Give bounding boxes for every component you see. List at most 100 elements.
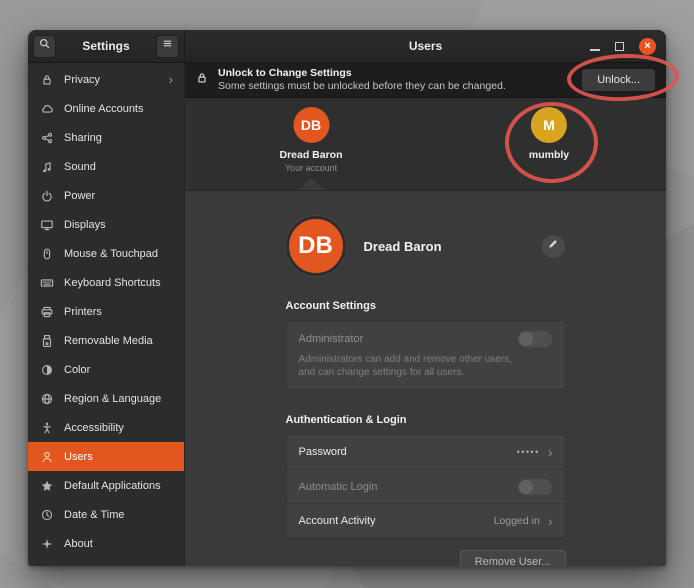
sidebar-item-label: Accessibility (64, 422, 124, 434)
administrator-description: Administrators can add and remove other … (299, 353, 514, 379)
chevron-right-icon: › (548, 514, 553, 528)
minimize-button[interactable] (590, 49, 600, 51)
sidebar-item-date-time[interactable]: Date & Time (28, 500, 184, 529)
sidebar-headerbar: Settings (28, 30, 185, 62)
sidebar-item-about[interactable]: About (28, 529, 184, 558)
automatic-login-toggle[interactable] (517, 478, 553, 496)
user-avatar[interactable]: M (531, 107, 567, 143)
removable-media-icon (39, 333, 54, 348)
pencil-icon (547, 237, 559, 255)
password-dots: ••••• (517, 447, 540, 457)
unlock-subtitle: Some settings must be unlocked before th… (218, 80, 506, 93)
chevron-right-icon: › (548, 445, 553, 459)
sidebar-item-keyboard-shortcuts[interactable]: Keyboard Shortcuts (28, 268, 184, 297)
row-value: Logged in (494, 515, 540, 527)
profile-avatar[interactable]: DB (286, 216, 346, 276)
sidebar-item-label: Printers (64, 306, 102, 318)
row-label: Account Activity (299, 515, 376, 527)
sidebar-item-accessibility[interactable]: Accessibility (28, 413, 184, 442)
menu-button[interactable] (156, 35, 179, 58)
user-carousel: DB Dread Baron Your account Mmumbly (185, 98, 666, 191)
settings-window: Settings Users × (28, 30, 666, 566)
profile-row: DB Dread Baron (286, 216, 566, 276)
user-name: mumbly (529, 149, 569, 161)
sidebar-item-label: Sound (64, 161, 96, 173)
sidebar-item-online-accounts[interactable]: Online Accounts (28, 94, 184, 123)
edit-name-button[interactable] (541, 234, 566, 259)
search-button[interactable] (33, 35, 56, 58)
sidebar-item-label: Date & Time (64, 509, 125, 521)
power-icon (39, 188, 54, 203)
globe-icon (39, 391, 54, 406)
row-value-group: Logged in › (494, 514, 553, 528)
user-name: Dread Baron (279, 149, 342, 161)
close-button[interactable]: × (639, 38, 656, 55)
clock-icon (39, 507, 54, 522)
sidebar-item-label: Mouse & Touchpad (64, 248, 158, 260)
profile-name: Dread Baron (364, 239, 442, 254)
carousel-user-mumbly[interactable]: Mmumbly (529, 107, 569, 161)
unlock-text: Unlock to Change Settings Some settings … (218, 67, 506, 93)
sidebar-item-label: Color (64, 364, 90, 376)
row-value-group: ••••• › (517, 445, 553, 459)
window-controls: × (590, 30, 656, 62)
share-icon (39, 130, 54, 145)
color-icon (39, 362, 54, 377)
row-automatic-login: Automatic Login (287, 469, 565, 503)
sidebar-item-power[interactable]: Power (28, 181, 184, 210)
row-value-group (517, 478, 553, 496)
sidebar-item-sharing[interactable]: Sharing (28, 123, 184, 152)
sidebar-item-label: About (64, 538, 93, 550)
sidebar-item-mouse-touchpad[interactable]: Mouse & Touchpad (28, 239, 184, 268)
main-headerbar: Users × (185, 30, 666, 62)
row-password[interactable]: Password ••••• › (287, 435, 565, 469)
maximize-button[interactable] (615, 42, 624, 51)
sidebar-item-default-applications[interactable]: Default Applications (28, 471, 184, 500)
sidebar-item-label: Users (64, 451, 93, 463)
mouse-icon (39, 246, 54, 261)
keyboard-icon (39, 275, 54, 290)
sidebar-item-displays[interactable]: Displays (28, 210, 184, 239)
sidebar-item-label: Removable Media (64, 335, 153, 347)
sidebar-item-label: Online Accounts (64, 103, 144, 115)
administrator-label: Administrator (299, 333, 364, 345)
user-subtitle: Your account (285, 163, 337, 173)
sidebar-item-printers[interactable]: Printers (28, 297, 184, 326)
sidebar-item-color[interactable]: Color (28, 355, 184, 384)
sidebar-item-label: Keyboard Shortcuts (64, 277, 161, 289)
sidebar-item-privacy[interactable]: Privacy› (28, 65, 184, 94)
window-body: Privacy› Online Accounts Sharing Sound Power… (28, 63, 666, 566)
printer-icon (39, 304, 54, 319)
sidebar-item-label: Default Applications (64, 480, 161, 492)
carousel-user-dread-baron[interactable]: DB Dread Baron Your account (279, 107, 342, 173)
cloud-icon (39, 101, 54, 116)
toggle-knob (519, 480, 533, 494)
user-avatar[interactable]: DB (293, 107, 329, 143)
user-details: DB Dread Baron Account Settings A (185, 191, 666, 566)
unlock-banner: Unlock to Change Settings Some settings … (185, 63, 666, 98)
sidebar-item-removable-media[interactable]: Removable Media (28, 326, 184, 355)
sidebar-item-sound[interactable]: Sound (28, 152, 184, 181)
lock-icon (195, 71, 209, 90)
selected-user-caret (298, 178, 324, 190)
remove-user-button[interactable]: Remove User... (460, 550, 566, 566)
chevron-right-icon: › (169, 73, 173, 86)
administrator-row: Administrator (299, 330, 553, 348)
sidebar: Privacy› Online Accounts Sharing Sound Power… (28, 63, 185, 566)
sidebar-item-label: Region & Language (64, 393, 161, 405)
sidebar-item-users[interactable]: Users (28, 442, 184, 471)
row-label: Password (299, 446, 347, 458)
titlebar: Settings Users × (28, 30, 666, 63)
administrator-card: Administrator Administrators can add and… (286, 320, 566, 390)
sidebar-item-label: Sharing (64, 132, 102, 144)
desktop: Settings Users × (0, 0, 694, 588)
row-account-activity[interactable]: Account Activity Logged in › (287, 503, 565, 537)
star-icon (39, 478, 54, 493)
administrator-toggle[interactable] (517, 330, 553, 348)
toggle-knob (519, 332, 533, 346)
auth-login-title: Authentication & Login (286, 414, 566, 426)
hamburger-icon (161, 37, 174, 55)
unlock-button[interactable]: Unlock... (581, 68, 656, 92)
row-label: Automatic Login (299, 481, 378, 493)
sidebar-item-region-language[interactable]: Region & Language (28, 384, 184, 413)
